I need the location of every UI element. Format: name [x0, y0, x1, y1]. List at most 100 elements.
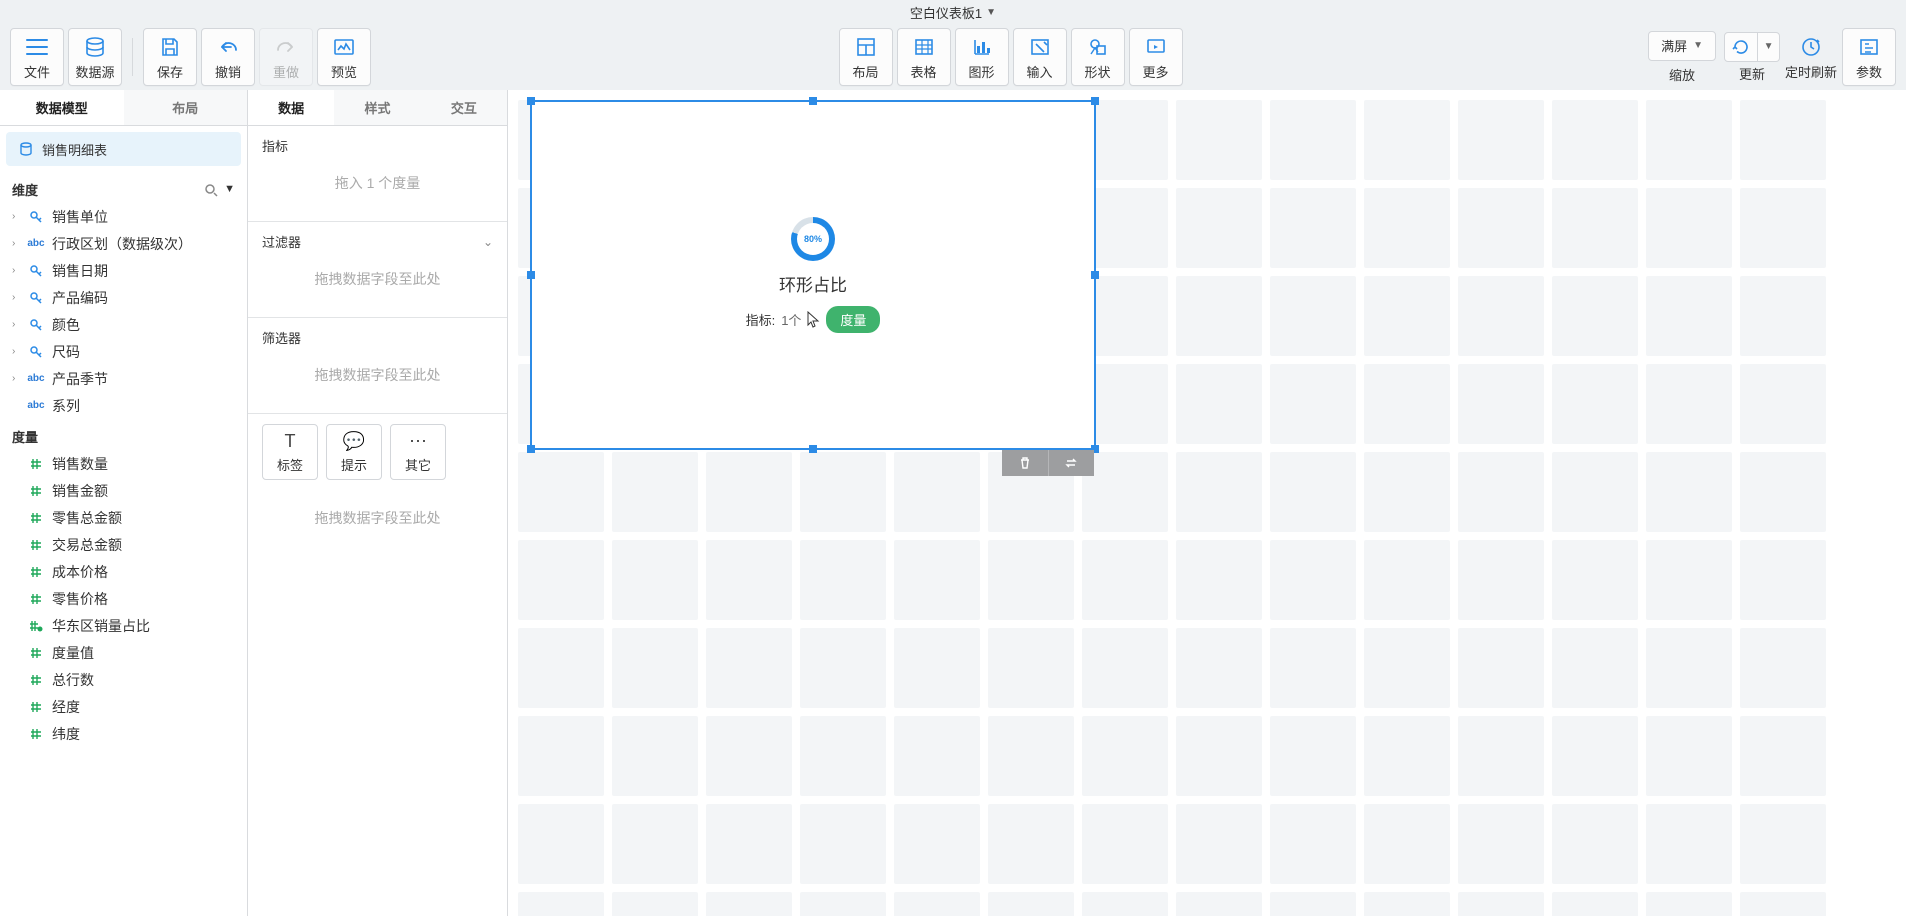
abc-icon: abc — [26, 373, 46, 384]
dashboard-title: 空白仪表板1 — [910, 3, 982, 22]
widget-settings-button[interactable] — [1048, 450, 1095, 476]
dim-field[interactable]: ›abc行政区划（数据级次） — [0, 230, 247, 257]
dim-field[interactable]: ›颜色 — [0, 311, 247, 338]
tab-data-model[interactable]: 数据模型 — [0, 90, 124, 125]
field-label: 总行数 — [52, 670, 94, 690]
field-label: 销售金额 — [52, 481, 108, 501]
mark-label-button[interactable]: T标签 — [262, 424, 318, 480]
refresh-button-wrap: ▼ 更新 — [1724, 28, 1780, 86]
expand-icon[interactable]: › — [12, 211, 26, 222]
swap-icon — [1064, 456, 1078, 470]
refresh-button[interactable] — [1724, 32, 1758, 62]
key-icon — [26, 318, 46, 332]
hash-icon — [26, 538, 46, 552]
chart-button[interactable]: 图形 — [955, 28, 1009, 86]
dim-field[interactable]: ›销售单位 — [0, 203, 247, 230]
refresh-dropdown[interactable]: ▼ — [1758, 32, 1780, 62]
measure-field[interactable]: 零售价格 — [0, 585, 247, 612]
filter-dropzone[interactable]: 拖拽数据字段至此处 — [262, 251, 493, 307]
field-label: 尺码 — [52, 342, 80, 362]
mark-tooltip-button[interactable]: 💬提示 — [326, 424, 382, 480]
input-button[interactable]: 输入 — [1013, 28, 1067, 86]
measure-tag[interactable]: 度量 — [826, 306, 880, 333]
layout-button[interactable]: 布局 — [839, 28, 893, 86]
measure-field[interactable]: 经度 — [0, 693, 247, 720]
timed-refresh-button[interactable]: 定时刷新 — [1784, 28, 1838, 86]
dim-field[interactable]: › 产品编码 — [0, 284, 247, 311]
shape-button[interactable]: 形状 — [1071, 28, 1125, 86]
zoom-dropdown[interactable]: 满屏 ▼ — [1648, 31, 1716, 61]
measure-field[interactable]: 总行数 — [0, 666, 247, 693]
chevron-down-icon: ▼ — [1693, 40, 1703, 51]
sfilter-dropzone[interactable]: 拖拽数据字段至此处 — [262, 347, 493, 403]
params-button[interactable]: 参数 — [1842, 28, 1896, 86]
field-label: 度量值 — [52, 643, 94, 663]
save-icon — [157, 34, 183, 60]
metric-dropzone[interactable]: 拖入 1 个度量 — [262, 155, 493, 211]
widget-metric-count: 1个 — [781, 310, 801, 329]
save-button[interactable]: 保存 — [143, 28, 197, 86]
key-icon — [26, 210, 46, 224]
dim-field[interactable]: abc系列 — [0, 392, 247, 419]
section-metric-head: 指标 — [262, 136, 493, 155]
search-icon[interactable] — [204, 183, 218, 197]
expand-icon[interactable]: › — [12, 373, 26, 384]
field-label: 零售价格 — [52, 589, 108, 609]
chart-icon — [969, 34, 995, 60]
expand-icon[interactable]: › — [12, 265, 26, 276]
expand-icon[interactable]: › — [12, 346, 26, 357]
mark-other-button[interactable]: ⋯其它 — [390, 424, 446, 480]
tab-layout[interactable]: 布局 — [124, 90, 248, 125]
field-label: 交易总金额 — [52, 535, 122, 555]
section-filter-head: 过滤器⌄ — [262, 232, 493, 251]
preview-button[interactable]: 预览 — [317, 28, 371, 86]
datasource-button[interactable]: 数据源 — [68, 28, 122, 86]
canvas[interactable]: 80% 环形占比 指标: 1个 度量 — [508, 90, 1906, 916]
tab-data[interactable]: 数据 — [248, 90, 334, 125]
titlebar[interactable]: 空白仪表板1 ▼ — [0, 0, 1906, 24]
main-toolbar: 文件 数据源 保存 撤销 重做 预览 布局 表格 图形 输入 形状 — [0, 24, 1906, 90]
tab-interaction[interactable]: 交互 — [421, 90, 507, 125]
measure-field[interactable]: 纬度 — [0, 720, 247, 747]
file-button[interactable]: 文件 — [10, 28, 64, 86]
field-label: 零售总金额 — [52, 508, 122, 528]
more-button[interactable]: 更多 — [1129, 28, 1183, 86]
expand-icon[interactable]: › — [12, 238, 26, 249]
dots-icon: ⋯ — [409, 431, 427, 452]
section-sfilter-head: 筛选器 — [262, 328, 493, 347]
field-label: 产品编码 — [52, 288, 108, 308]
chevron-down-icon[interactable]: ⌄ — [483, 235, 493, 249]
key-icon — [26, 264, 46, 278]
refresh-icon — [1732, 38, 1750, 56]
field-label: 行政区划（数据级次） — [52, 234, 192, 254]
chevron-down-icon[interactable]: ▼ — [224, 183, 235, 197]
menu-icon — [24, 34, 50, 60]
measure-field[interactable]: 销售数量 — [0, 450, 247, 477]
dim-field[interactable]: ›销售日期 — [0, 257, 247, 284]
widget-title: 环形占比 — [779, 271, 847, 296]
model-item[interactable]: 销售明细表 — [6, 132, 241, 166]
more-icon — [1143, 34, 1169, 60]
dim-field[interactable]: ›abc产品季节 — [0, 365, 247, 392]
expand-icon[interactable]: › — [12, 319, 26, 330]
measure-field[interactable]: 成本价格 — [0, 558, 247, 585]
undo-button[interactable]: 撤销 — [201, 28, 255, 86]
model-name: 销售明细表 — [42, 140, 107, 159]
widget-delete-button[interactable] — [1002, 450, 1048, 476]
widget-ring-ratio[interactable]: 80% 环形占比 指标: 1个 度量 — [530, 100, 1096, 450]
measure-field[interactable]: 华东区销量占比 — [0, 612, 247, 639]
hash-icon — [26, 565, 46, 579]
measure-field[interactable]: 销售金额 — [0, 477, 247, 504]
chevron-down-icon: ▼ — [986, 7, 996, 18]
tab-style[interactable]: 样式 — [334, 90, 420, 125]
mark-dropzone[interactable]: 拖拽数据字段至此处 — [248, 490, 507, 546]
measure-field[interactable]: 交易总金额 — [0, 531, 247, 558]
table-button[interactable]: 表格 — [897, 28, 951, 86]
dimensions-header: 维度 ▼ — [0, 172, 247, 203]
expand-icon[interactable]: › — [12, 292, 26, 303]
redo-icon — [273, 34, 299, 60]
measures-header: 度量 — [0, 419, 247, 450]
dim-field[interactable]: › 尺码 — [0, 338, 247, 365]
measure-field[interactable]: 零售总金额 — [0, 504, 247, 531]
measure-field[interactable]: 度量值 — [0, 639, 247, 666]
